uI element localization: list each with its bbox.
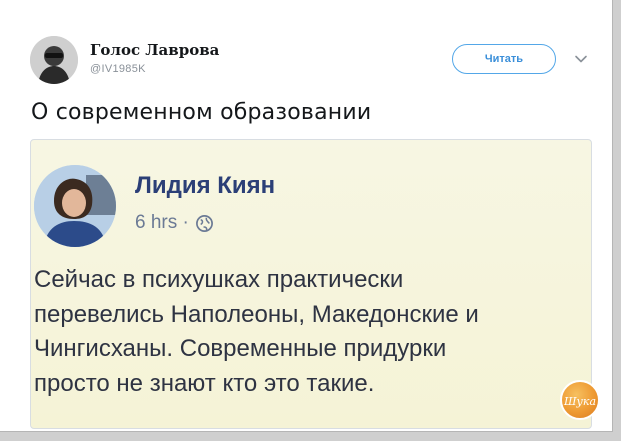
author-name[interactable]: Голос Лаврова	[90, 41, 219, 59]
post-author-name: Лидия Киян	[135, 172, 276, 199]
globe-icon	[195, 214, 213, 232]
post-time: 6 hrs ·	[135, 212, 189, 233]
chevron-down-icon[interactable]	[574, 52, 588, 66]
woman-photo-icon	[34, 165, 116, 247]
post-body: Сейчас в психушках практически перевелис…	[34, 263, 591, 401]
screenshot-frame: Голос Лаврова @IV1985K Читать О современ…	[0, 0, 621, 441]
author-avatar[interactable]	[30, 36, 78, 84]
post-line: Сейчас в психушках практически	[34, 266, 404, 293]
follow-button[interactable]: Читать	[452, 44, 556, 74]
post-line: Чингисханы. Современные придурки	[34, 335, 447, 362]
post-author-avatar	[34, 165, 116, 247]
tweet-text: О современном образовании	[31, 100, 372, 125]
post-line: просто не знают кто это такие.	[34, 369, 375, 397]
watermark-logo: Шука	[560, 380, 600, 420]
post-meta: 6 hrs ·	[135, 212, 214, 234]
avatar-photo-icon	[30, 36, 78, 84]
post-line: перевелись Наполеоны, Македонские и	[34, 300, 479, 328]
embedded-post-image[interactable]: Лидия Киян 6 hrs · Сейчас в психушках пр…	[30, 139, 592, 429]
author-handle[interactable]: @IV1985K	[90, 63, 146, 75]
watermark-text: Шука	[563, 395, 596, 408]
